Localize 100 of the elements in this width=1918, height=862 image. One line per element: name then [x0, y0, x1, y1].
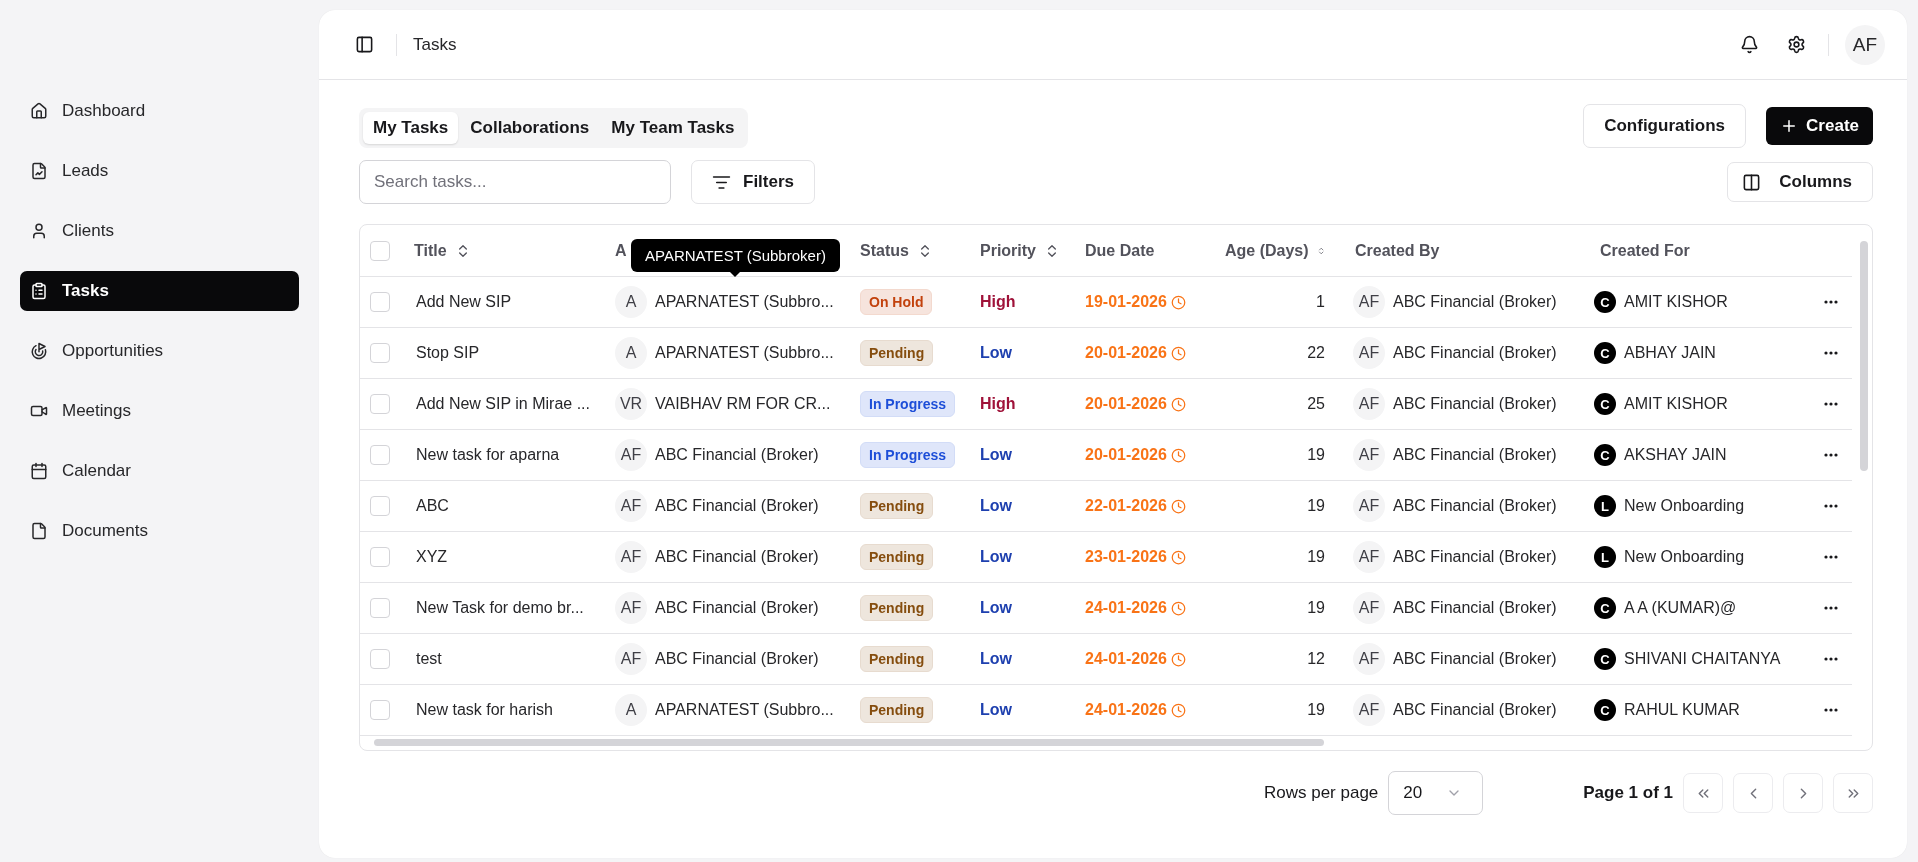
tab[interactable]: My Team Tasks: [601, 112, 745, 144]
row-checkbox[interactable]: [370, 394, 390, 414]
configurations-button[interactable]: Configurations: [1583, 104, 1747, 148]
age-days: 19: [1215, 497, 1345, 515]
assignee-name: VAIBHAV RM FOR CR...: [655, 395, 831, 413]
row-checkbox[interactable]: [370, 292, 390, 312]
status-badge: Pending: [860, 544, 934, 570]
user-icon: [30, 222, 48, 240]
due-date: 20-01-2026: [1085, 395, 1167, 413]
clock-icon: [1170, 294, 1186, 310]
rows-per-page-label: Rows per page: [1263, 783, 1379, 803]
clock-icon: [1170, 345, 1186, 361]
filters-button[interactable]: Filters: [691, 160, 816, 204]
task-title[interactable]: New Task for demo br...: [400, 599, 605, 617]
creator-name: ABC Financial (Broker): [1393, 497, 1557, 515]
ellipsis-icon: [1824, 504, 1838, 508]
priority-label: Low: [979, 344, 1013, 362]
sidebar-item[interactable]: Leads: [20, 151, 299, 191]
age-days: 22: [1215, 344, 1345, 362]
due-date: 20-01-2026: [1085, 446, 1167, 464]
creator-avatar: AF: [1353, 388, 1385, 420]
settings-icon: [1787, 35, 1806, 54]
task-title[interactable]: New task for aparna: [400, 446, 605, 464]
task-title[interactable]: Stop SIP: [400, 344, 605, 362]
task-title[interactable]: test: [400, 650, 605, 668]
due-date: 24-01-2026: [1085, 650, 1167, 668]
sidebar-item[interactable]: Opportunities: [20, 331, 299, 371]
row-checkbox[interactable]: [370, 700, 390, 720]
age-days: 19: [1215, 548, 1345, 566]
columns-button[interactable]: Columns: [1727, 162, 1873, 202]
home-icon: [30, 102, 48, 120]
column-header[interactable]: Status: [860, 241, 909, 260]
ellipsis-icon: [1824, 402, 1838, 406]
assignee-avatar: AF: [615, 592, 647, 624]
row-checkbox[interactable]: [370, 496, 390, 516]
assignee-avatar: AF: [615, 490, 647, 522]
client-avatar: C: [1594, 291, 1616, 313]
chart-document-icon: [30, 162, 48, 180]
document-icon: [30, 522, 48, 540]
sidebar-item[interactable]: Dashboard: [20, 91, 299, 131]
age-days: 19: [1215, 701, 1345, 719]
sidebar-item[interactable]: Clients: [20, 211, 299, 251]
priority-label: Low: [979, 548, 1013, 566]
status-badge: Pending: [860, 340, 934, 366]
priority-label: High: [979, 395, 1017, 413]
task-title[interactable]: Add New SIP in Mirae ...: [400, 395, 605, 413]
ellipsis-icon: [1824, 708, 1838, 712]
clock-icon: [1170, 498, 1186, 514]
sidebar-item[interactable]: Documents: [20, 511, 299, 551]
priority-label: Low: [979, 497, 1013, 515]
creator-avatar: AF: [1353, 439, 1385, 471]
creator-avatar: AF: [1353, 694, 1385, 726]
row-checkbox[interactable]: [370, 343, 390, 363]
tab[interactable]: My Tasks: [363, 112, 459, 144]
last-page-button[interactable]: [1833, 773, 1873, 813]
priority-label: High: [979, 293, 1017, 311]
assignee-name: ABC Financial (Broker): [655, 497, 819, 515]
due-date: 20-01-2026: [1085, 344, 1167, 362]
creator-name: ABC Financial (Broker): [1393, 395, 1557, 413]
tab[interactable]: Collaborations: [460, 112, 600, 144]
row-checkbox[interactable]: [370, 445, 390, 465]
column-header[interactable]: Age (Days): [1225, 241, 1309, 260]
horizontal-scrollbar[interactable]: [374, 739, 1324, 746]
assignee-name: ABC Financial (Broker): [655, 599, 819, 617]
vertical-scrollbar[interactable]: [1860, 241, 1868, 471]
priority-label: Low: [979, 701, 1013, 719]
task-title[interactable]: XYZ: [400, 548, 605, 566]
search-field[interactable]: Search tasks...: [359, 160, 671, 204]
column-header[interactable]: Priority: [980, 241, 1036, 260]
due-date: 24-01-2026: [1085, 599, 1167, 617]
task-title[interactable]: ABC: [400, 497, 605, 515]
first-page-button[interactable]: [1683, 773, 1723, 813]
creator-name: ABC Financial (Broker): [1393, 701, 1557, 719]
clock-icon: [1170, 600, 1186, 616]
age-days: 25: [1215, 395, 1345, 413]
sidebar-item[interactable]: Calendar: [20, 451, 299, 491]
task-title[interactable]: Add New SIP: [400, 293, 605, 311]
calendar-icon: [30, 462, 48, 480]
assignee-name: ABC Financial (Broker): [655, 650, 819, 668]
select-all-checkbox[interactable]: [370, 240, 390, 261]
sidebar-panel-icon: [355, 35, 374, 54]
sidebar-item[interactable]: Tasks: [20, 271, 299, 311]
client-avatar: C: [1594, 648, 1616, 670]
client-avatar: C: [1594, 444, 1616, 466]
row-checkbox[interactable]: [370, 649, 390, 669]
age-days: 19: [1215, 599, 1345, 617]
column-header[interactable]: Title: [414, 241, 447, 260]
client-avatar: C: [1594, 342, 1616, 364]
user-avatar[interactable]: AF: [1845, 24, 1885, 65]
clock-icon: [1170, 396, 1186, 412]
row-checkbox[interactable]: [370, 547, 390, 567]
creator-avatar: AF: [1353, 490, 1385, 522]
creator-name: ABC Financial (Broker): [1393, 548, 1557, 566]
task-title[interactable]: New task for harish: [400, 701, 605, 719]
row-checkbox[interactable]: [370, 598, 390, 618]
column-header: Created For: [1600, 241, 1690, 260]
create-button[interactable]: Create: [1766, 107, 1873, 145]
column-header: A: [615, 241, 627, 260]
sidebar-item[interactable]: Meetings: [20, 391, 299, 431]
rows-per-page-select[interactable]: 20: [1388, 771, 1484, 815]
